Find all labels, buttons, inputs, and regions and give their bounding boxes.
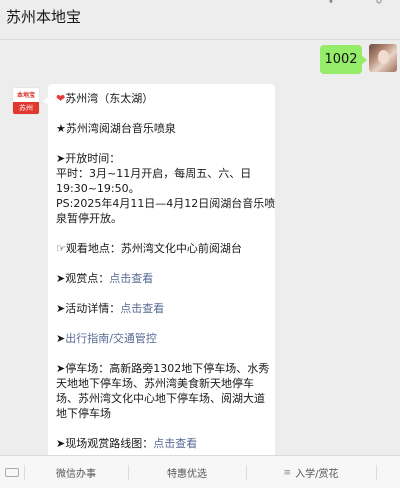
guide-link[interactable]: 出行指南/交通管控 — [65, 332, 157, 345]
viewing-point-line: ➤观赏点：点击查看 — [56, 271, 267, 286]
chat-area[interactable]: 1002 本地宝 苏州 ❤苏州湾（东太湖） ★苏州湾阅湖台音乐喷泉 ➤开放时间：… — [0, 41, 400, 455]
more-icon[interactable] — [372, 0, 386, 6]
bot-avatar[interactable]: 本地宝 苏州 — [12, 87, 40, 115]
user-avatar[interactable] — [369, 44, 397, 72]
activity-label: ➤活动详情： — [56, 302, 121, 315]
menu-tab-services[interactable]: 微信办事 — [24, 456, 128, 488]
guide-prefix: ➤ — [56, 332, 66, 345]
heart-icon: ❤ — [56, 92, 66, 105]
bot-message-bubble: ❤苏州湾（东太湖） ★苏州湾阅湖台音乐喷泉 ➤开放时间： 平时：3月~11月开启… — [43, 84, 276, 455]
message-subtitle: ★苏州湾阅湖台音乐喷泉 — [56, 122, 176, 135]
parking-line1: ➤停车场：高新路旁1302地下停车场、水秀 — [56, 362, 270, 375]
bot-avatar-brand: 本地宝 — [13, 88, 39, 103]
viewing-point-label: ➤观赏点： — [56, 272, 110, 285]
viewing-location: ☞观看地点：苏州湾文化中心前阅湖台 — [56, 242, 242, 255]
route-label: ➤现场观赏路线图： — [56, 437, 154, 450]
menu-tab-services-label: 微信办事 — [56, 469, 96, 480]
message-title: 苏州湾（东太湖） — [65, 92, 154, 105]
guide-line: ➤出行指南/交通管控 — [56, 331, 267, 346]
chat-title: 苏州本地宝 — [6, 8, 82, 26]
keyboard-icon — [5, 468, 19, 477]
bottom-menu: 微信办事 特惠优选 ≡ 入学/赏花 — [0, 455, 400, 488]
keyboard-toggle[interactable] — [0, 456, 24, 488]
activity-line: ➤活动详情：点击查看 — [56, 301, 267, 316]
message-title-line: ❤苏州湾（东太湖） — [56, 91, 267, 106]
menu-tab-deals-label: 特惠优选 — [167, 469, 207, 480]
parking-line3: 场、苏州湾文化中心地下停车场、阅湖大道 — [56, 392, 265, 405]
parking-line4: 地下停车场 — [56, 407, 111, 420]
ps-line1: PS:2025年4月11日—4月12日阅湖台音乐喷 — [56, 197, 276, 210]
route-line: ➤现场观赏路线图：点击查看 — [56, 436, 267, 451]
menu-tab-extra[interactable] — [376, 456, 400, 488]
menu-list-icon: ≡ — [283, 467, 292, 478]
open-time-line2: 19:30~19:50。 — [56, 182, 140, 195]
ps-line2: 泉暂停开放。 — [56, 212, 122, 225]
user-message-bubble[interactable]: 1002 — [320, 45, 367, 74]
menu-tab-school-flowers-label: 入学/赏花 — [295, 469, 339, 480]
parking-line2: 天地地下停车场、苏州湾美食新天地停车 — [56, 377, 254, 390]
open-time-line1: 平时：3月~11月开启，每周五、六、日 — [56, 167, 252, 180]
menu-tab-school-flowers[interactable]: ≡ 入学/赏花 — [246, 456, 376, 488]
route-link[interactable]: 点击查看 — [153, 437, 197, 450]
menu-tab-deals[interactable]: 特惠优选 — [128, 456, 246, 488]
bot-avatar-city: 苏州 — [13, 102, 39, 114]
activity-link[interactable]: 点击查看 — [120, 302, 164, 315]
pin-icon[interactable] — [324, 0, 338, 6]
open-time-label: ➤开放时间： — [56, 152, 121, 165]
chat-header: 苏州本地宝 — [0, 0, 400, 40]
viewing-point-link[interactable]: 点击查看 — [109, 272, 153, 285]
